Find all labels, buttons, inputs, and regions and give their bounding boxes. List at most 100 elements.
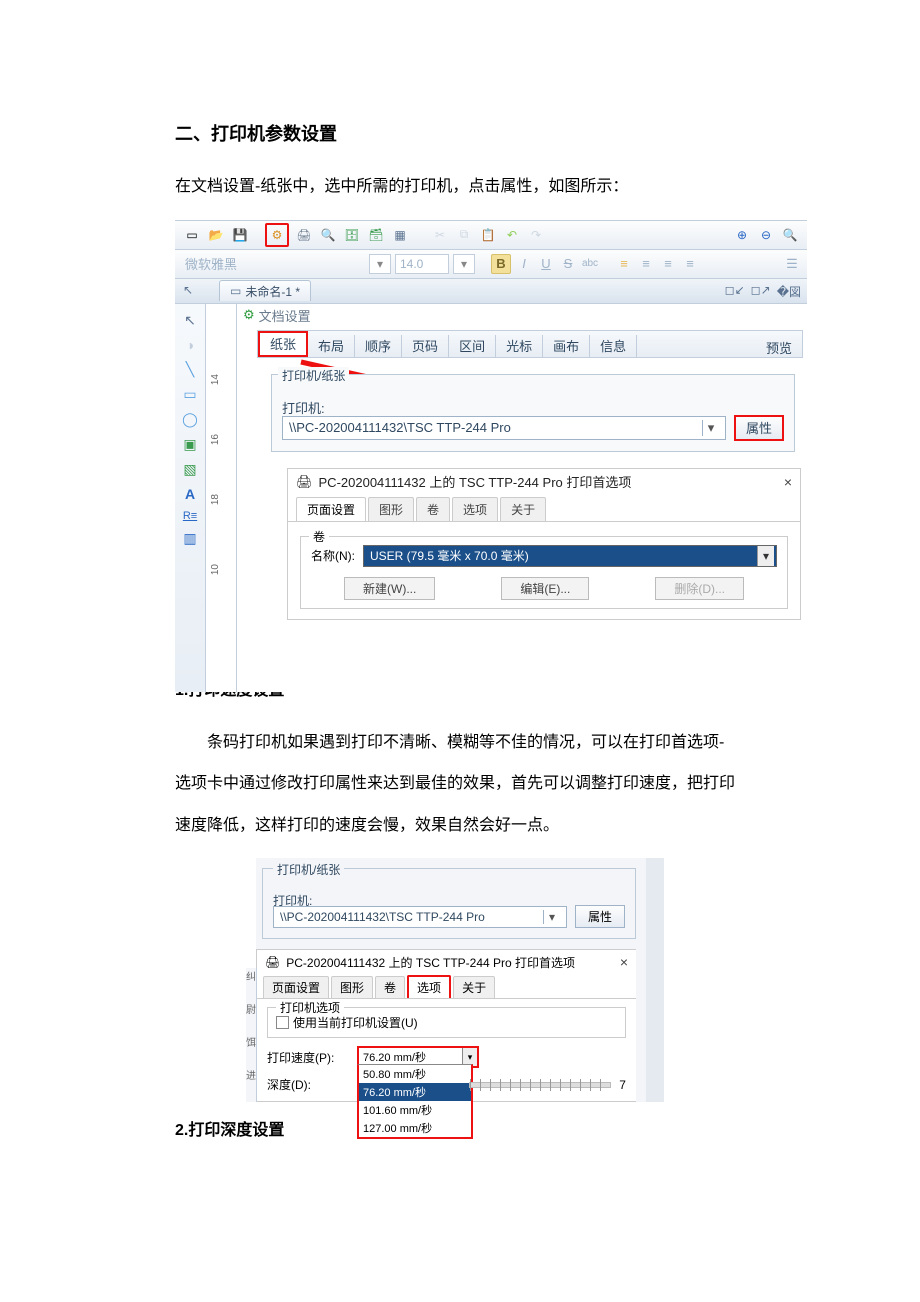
pref2-tab-pagesetup[interactable]: 页面设置 bbox=[263, 976, 329, 998]
pref-tab-options[interactable]: 选项 bbox=[452, 497, 498, 521]
speed-option-2[interactable]: 101.60 mm/秒 bbox=[359, 1101, 471, 1119]
intro-text: 在文档设置-纸张中，选中所需的打印机，点击属性，如图所示： bbox=[175, 174, 745, 200]
align-justify-icon[interactable]: ≡ bbox=[681, 255, 699, 273]
paste-icon[interactable]: 📋 bbox=[479, 226, 497, 244]
italic-icon[interactable]: I bbox=[515, 255, 533, 273]
list-icon[interactable]: ☰ bbox=[783, 255, 801, 273]
chevron-down-icon[interactable]: ▾ bbox=[757, 546, 774, 566]
underline-icon[interactable]: U bbox=[537, 255, 555, 273]
main-toolbar: ▭ 📂 💾 ⚙ 🖨 🔍 🗄 🗃 ▦ ✂ ⧉ 📋 ↶ ↷ ⊕ ⊖ 🔍 bbox=[175, 220, 807, 250]
pref-tab-pagesetup[interactable]: 页面设置 bbox=[296, 497, 366, 521]
window-close-icon[interactable]: �図 bbox=[777, 283, 801, 300]
font-name-dropdown[interactable]: ▾ bbox=[369, 254, 391, 274]
tab-page[interactable]: 页码 bbox=[402, 335, 449, 357]
edit-button[interactable]: 编辑(E)... bbox=[501, 577, 589, 600]
zoom-out-icon[interactable]: ⊖ bbox=[757, 226, 775, 244]
font-size-combo[interactable]: 14.0 bbox=[395, 254, 449, 274]
speed-option-1[interactable]: 76.20 mm/秒 bbox=[359, 1083, 471, 1101]
document-tab[interactable]: ▭ 未命名-1 * bbox=[219, 280, 311, 301]
speed-option-0[interactable]: 50.80 mm/秒 bbox=[359, 1065, 471, 1083]
document-tab-label: 未命名-1 * bbox=[245, 283, 300, 300]
name-combo[interactable]: USER (79.5 毫米 x 70.0 毫米) ▾ bbox=[363, 545, 777, 567]
checkbox-icon[interactable] bbox=[276, 1016, 289, 1029]
chevron-down-icon[interactable]: ▾ bbox=[543, 910, 560, 924]
pref2-tab-about[interactable]: 关于 bbox=[453, 976, 495, 998]
window-max-icon[interactable]: ◻↗ bbox=[751, 283, 771, 300]
properties-button[interactable]: 属性 bbox=[734, 415, 784, 441]
text-tool-icon[interactable]: A bbox=[185, 486, 195, 502]
save-icon[interactable]: 💾 bbox=[231, 226, 249, 244]
picture-tool-icon[interactable]: ▧ bbox=[183, 461, 196, 478]
rounded-rect-tool-icon[interactable]: ▭ bbox=[183, 386, 196, 403]
pref-tab-about[interactable]: 关于 bbox=[500, 497, 546, 521]
cut-icon[interactable]: ✂ bbox=[431, 226, 449, 244]
chevron-down-icon[interactable]: ▾ bbox=[702, 420, 719, 436]
richtext-tool-icon[interactable]: R≡ bbox=[183, 510, 197, 522]
ellipse-tool-icon[interactable]: ◯ bbox=[182, 411, 198, 428]
pref-title-bar: 🖨 PC-202004111432 上的 TSC TTP-244 Pro 打印首选… bbox=[288, 469, 800, 495]
zoom-in-icon[interactable]: ⊕ bbox=[733, 226, 751, 244]
zoom-icon[interactable]: 🔍 bbox=[781, 226, 799, 244]
font-size-dropdown[interactable]: ▾ bbox=[453, 254, 475, 274]
tab-section[interactable]: 区间 bbox=[449, 335, 496, 357]
name-value: USER (79.5 毫米 x 70.0 毫米) bbox=[370, 547, 529, 564]
pref-title-text: PC-202004111432 上的 TSC TTP-244 Pro 打印首选项 bbox=[319, 472, 632, 491]
properties-button-2[interactable]: 属性 bbox=[575, 905, 625, 928]
speed-option-3[interactable]: 127.00 mm/秒 bbox=[359, 1119, 471, 1137]
tab-info[interactable]: 信息 bbox=[590, 335, 637, 357]
copy-icon[interactable]: ⧉ bbox=[455, 226, 473, 244]
depth-label: 深度(D): bbox=[267, 1076, 342, 1093]
delete-button[interactable]: 删除(D)... bbox=[655, 577, 744, 600]
bold-icon[interactable]: B bbox=[491, 254, 511, 274]
pref-tab-graphics[interactable]: 图形 bbox=[368, 497, 414, 521]
image-tool-icon[interactable]: ▣ bbox=[183, 436, 196, 453]
tab-layout[interactable]: 布局 bbox=[308, 335, 355, 357]
print-preferences-dialog-2: 🖨PC-202004111432 上的 TSC TTP-244 Pro 打印首选… bbox=[256, 949, 636, 1102]
search-icon[interactable]: 🔍 bbox=[319, 226, 337, 244]
align-right-icon[interactable]: ≡ bbox=[659, 255, 677, 273]
print-icon[interactable]: 🖨 bbox=[295, 226, 313, 244]
printer-options-title: 打印机选项 bbox=[276, 999, 344, 1016]
tab-canvas[interactable]: 画布 bbox=[543, 335, 590, 357]
tab-order[interactable]: 顺序 bbox=[355, 335, 402, 357]
new-button[interactable]: 新建(W)... bbox=[344, 577, 435, 600]
tab-cursor[interactable]: 光标 bbox=[496, 335, 543, 357]
redo-icon[interactable]: ↷ bbox=[527, 226, 545, 244]
db2-icon[interactable]: 🗃 bbox=[367, 226, 385, 244]
font-name-combo[interactable]: 微软雅黑 bbox=[181, 254, 365, 273]
printer-small-icon: 🖨 bbox=[265, 955, 280, 969]
depth-slider[interactable] bbox=[469, 1082, 611, 1088]
tab-paper[interactable]: 纸张 bbox=[258, 331, 308, 357]
pref2-tab-options[interactable]: 选项 bbox=[407, 975, 451, 998]
use-current-checkbox[interactable]: 使用当前打印机设置(U) bbox=[276, 1014, 617, 1031]
depth-value: 7 bbox=[619, 1078, 626, 1092]
pref-tab-roll[interactable]: 卷 bbox=[416, 497, 450, 521]
settings-gear-icon[interactable]: ⚙ bbox=[265, 223, 289, 247]
pref2-tab-roll[interactable]: 卷 bbox=[375, 976, 405, 998]
align-left-icon[interactable]: ≡ bbox=[615, 255, 633, 273]
abc-icon[interactable]: abc bbox=[581, 255, 599, 273]
close-icon[interactable]: × bbox=[620, 954, 628, 970]
pref-tabs: 页面设置 图形 卷 选项 关于 bbox=[288, 495, 800, 522]
printer-value-2: \\PC-202004111432\TSC TTP-244 Pro bbox=[280, 910, 485, 924]
printer-value: \\PC-202004111432\TSC TTP-244 Pro bbox=[289, 420, 511, 435]
new-icon[interactable]: ▭ bbox=[183, 226, 201, 244]
line-tool-icon[interactable]: ╲ bbox=[186, 361, 194, 378]
barcode-tool-icon[interactable]: ▥ bbox=[183, 530, 196, 547]
speed-dropdown[interactable]: 50.80 mm/秒 76.20 mm/秒 101.60 mm/秒 127.00… bbox=[357, 1064, 473, 1139]
printer-combo-2[interactable]: \\PC-202004111432\TSC TTP-244 Pro ▾ bbox=[273, 906, 567, 928]
pointer-tool-icon[interactable]: ↖ bbox=[184, 312, 196, 329]
pref2-tab-graphics[interactable]: 图形 bbox=[331, 976, 373, 998]
globe-tool-icon[interactable]: ◑ bbox=[186, 337, 194, 353]
printer-small-icon: 🖨 bbox=[296, 474, 313, 490]
open-icon[interactable]: 📂 bbox=[207, 226, 225, 244]
align-center-icon[interactable]: ≡ bbox=[637, 255, 655, 273]
close-icon[interactable]: × bbox=[784, 474, 792, 490]
printer-combo[interactable]: \\PC-202004111432\TSC TTP-244 Pro ▾ bbox=[282, 416, 726, 440]
strike-icon[interactable]: S bbox=[559, 255, 577, 273]
grid-icon[interactable]: ▦ bbox=[391, 226, 409, 244]
db-icon[interactable]: 🗄 bbox=[343, 226, 361, 244]
window-min-icon[interactable]: ◻↙ bbox=[725, 283, 745, 300]
printer-options-group: 打印机选项 使用当前打印机设置(U) bbox=[267, 1007, 626, 1038]
undo-icon[interactable]: ↶ bbox=[503, 226, 521, 244]
